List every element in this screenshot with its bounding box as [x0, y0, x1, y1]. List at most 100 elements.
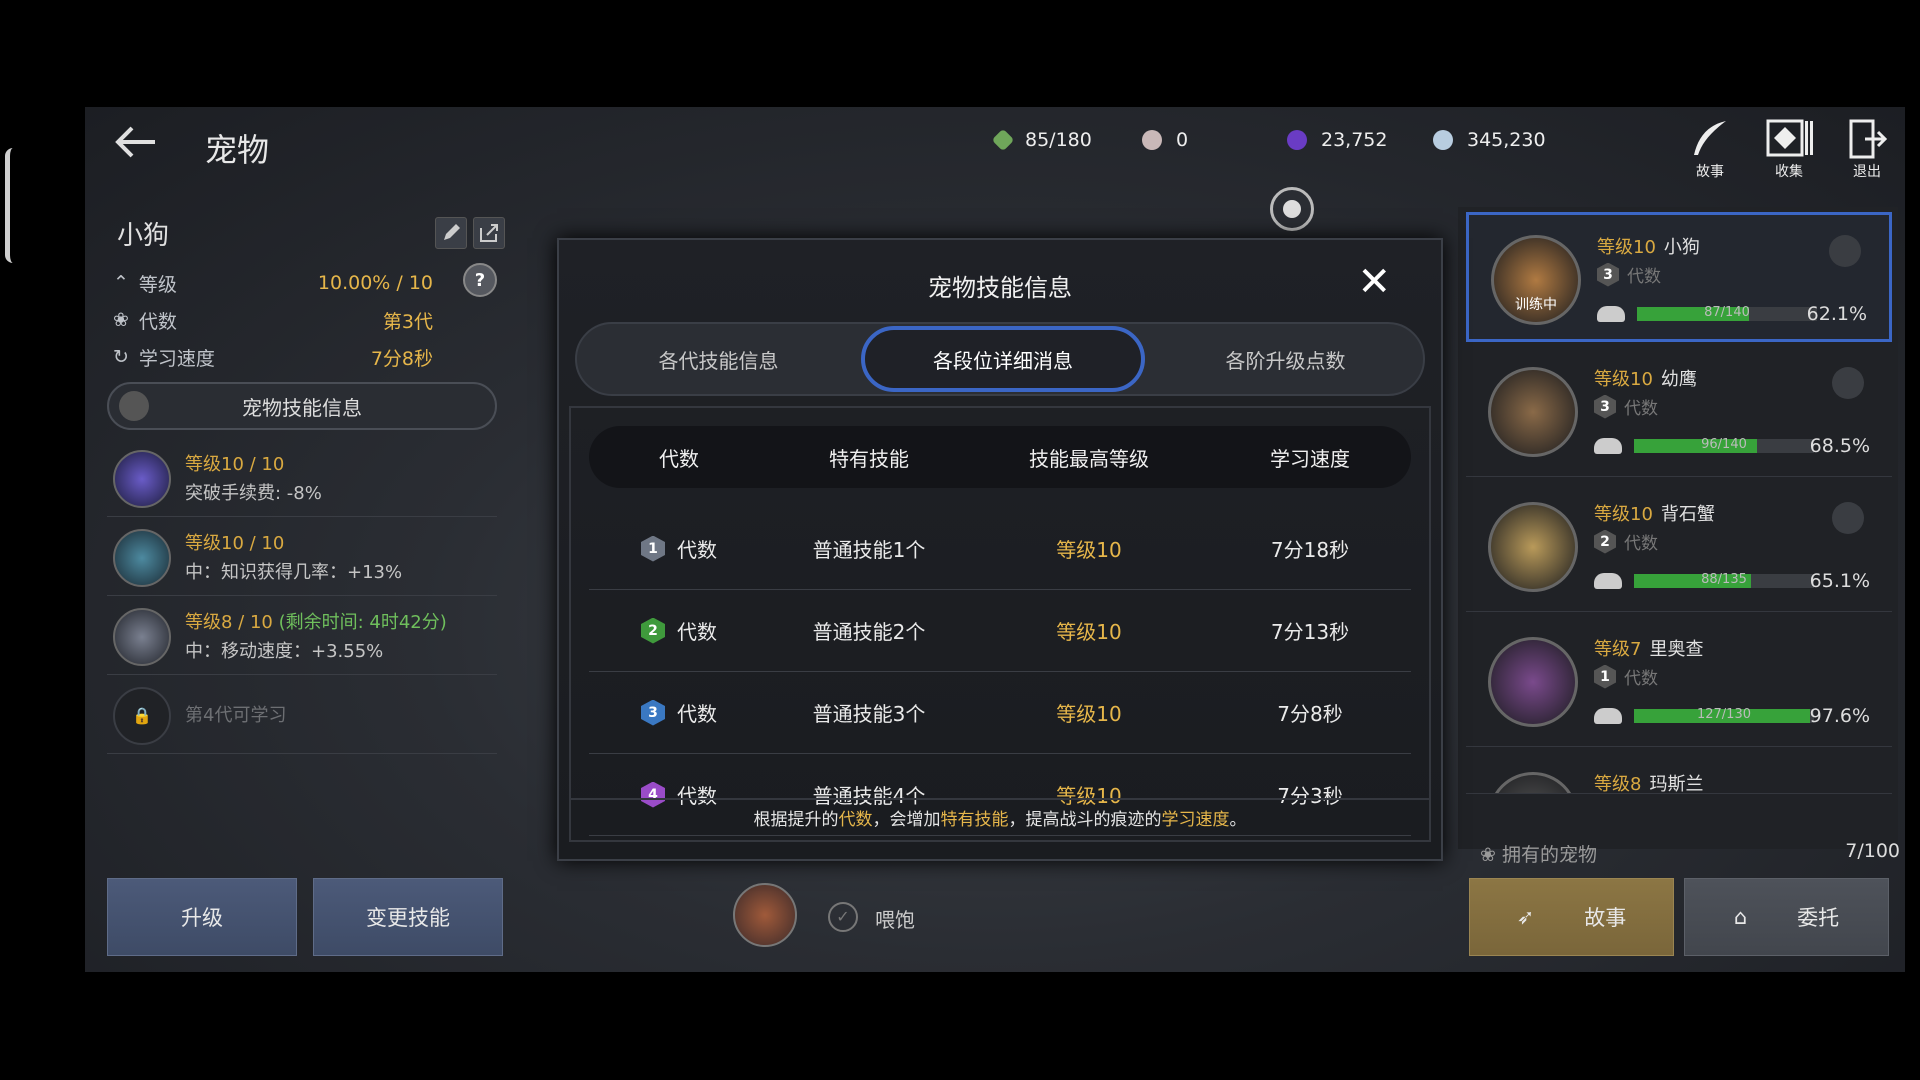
quill-icon [1694, 121, 1726, 155]
row-max-level: 等级10 [1056, 538, 1122, 562]
skill-2-desc: 中：知识获得几率：+13% [185, 561, 403, 583]
training-hat-icon [1594, 573, 1622, 589]
skill-slot-1[interactable]: 等级10 / 10 突破手续费: -8% [107, 441, 497, 517]
pet-exp-bar: 96/140 [1634, 437, 1814, 453]
skill-slot-2[interactable]: 等级10 / 10 中：知识获得几率：+13% [107, 520, 497, 596]
entrust-button[interactable]: ⌂ 委托 [1684, 878, 1889, 956]
table-header: 代数 特有技能 技能最高等级 学习速度 [589, 426, 1411, 488]
pet-card[interactable]: 等级8 玛斯兰 [1466, 752, 1892, 794]
training-hat-icon [1597, 306, 1625, 322]
skill-3-desc: 中：移动速度：+3.55% [185, 640, 384, 662]
pet-level: 等级10 [1594, 504, 1653, 525]
energy-gem-icon [991, 128, 1015, 152]
skill-3-icon [113, 607, 171, 666]
training-hat-icon [1594, 708, 1622, 724]
camera-toggle-button[interactable] [1270, 187, 1314, 231]
upgrade-button[interactable]: 升级 [107, 878, 297, 956]
upgrade-label: 升级 [181, 906, 223, 930]
skill-1-desc: 突破手续费: -8% [185, 482, 322, 504]
collect-top-button[interactable]: 收集 [1759, 119, 1819, 181]
row-special-skill: 普通技能1个 [812, 538, 926, 562]
pet-exp-text: 96/140 [1701, 437, 1747, 452]
owned-label: 拥有的宠物 [1501, 844, 1597, 866]
pet-generation-label: 代数 [1624, 669, 1658, 689]
boot-icon[interactable] [1832, 367, 1864, 399]
pet-exp-bar: 88/135 [1634, 572, 1814, 588]
pet-skill-info-button[interactable]: 宠物技能信息 [107, 382, 497, 430]
pet-level: 等级10 [1597, 237, 1656, 258]
modal-title: 宠物技能信息 [928, 274, 1072, 302]
boot-icon[interactable] [1832, 502, 1864, 534]
skill-slot-locked: 🔒 第4代可学习 [107, 678, 497, 754]
close-icon[interactable]: ✕ [1357, 262, 1391, 302]
pet-card[interactable]: 训练中 等级10 小狗 3 代数 87/140 62.1% [1466, 212, 1892, 342]
footnote-text-1: 根据提升的 [753, 810, 839, 830]
exit-top-button[interactable]: 退出 [1837, 119, 1897, 181]
footnote-highlight-3: 学习速度 [1161, 810, 1230, 830]
refresh-icon: ↻ [113, 346, 129, 368]
side-handle[interactable] [5, 148, 13, 263]
training-label: 训练中 [1515, 297, 1557, 313]
stat-level-label: 等级 [138, 273, 177, 296]
footnote-text-4: 。 [1229, 810, 1247, 830]
collection-icon [1766, 119, 1813, 157]
story-button[interactable]: ➶ 故事 [1469, 878, 1674, 956]
pet-level: 等级8 [1594, 774, 1642, 794]
generation-badge-icon: 2 [641, 617, 665, 644]
pet-exp-bar: 87/140 [1637, 305, 1817, 321]
stat-level: ⌃ 等级 10.00% / 10 [113, 268, 493, 298]
row-max-level: 等级10 [1056, 620, 1122, 644]
row-learn-speed: 7分8秒 [1277, 702, 1343, 726]
stat-generation: ❀ 代数 第3代 [113, 305, 493, 335]
skill-3-level: 等级8 / 10 [185, 611, 273, 633]
exit-door-icon [1849, 119, 1888, 159]
tab-upgrade-points[interactable]: 各阶升级点数 [1144, 324, 1427, 394]
pet-level: 等级10 [1594, 369, 1653, 390]
table-row: 3 代数 普通技能3个 等级10 7分8秒 [589, 672, 1411, 754]
row-special-skill: 普通技能2个 [812, 620, 926, 644]
boot-icon[interactable] [1829, 235, 1861, 267]
locked-skill-label: 第4代可学习 [185, 705, 287, 726]
stat-learn-speed: ↻ 学习速度 7分8秒 [113, 342, 493, 372]
pencil-icon [444, 224, 460, 240]
footnote-text-2: ，会增加 [872, 810, 941, 830]
pet-card[interactable]: 等级7 里奥查 1 代数 127/130 97.6% [1466, 617, 1892, 747]
footnote-highlight-2: 特有技能 [940, 810, 1009, 830]
pet-name: 小狗 [1663, 237, 1700, 258]
tab-tier-detail[interactable]: 各段位详细消息 [861, 326, 1145, 392]
back-arrow-icon[interactable] [110, 122, 160, 162]
row-generation: 3 代数 [589, 698, 769, 727]
generation-badge-icon: 2 [1594, 529, 1616, 554]
pet-name: 玛斯兰 [1649, 774, 1704, 794]
pet-screen: 宠物 85/180 0 23,752 345,230 故事 收集 退出 小狗 ⌃… [85, 107, 1905, 972]
pet-exp-percent: 62.1% [1806, 303, 1867, 325]
stat-learn-speed-label: 学习速度 [138, 347, 215, 370]
meat-food-icon[interactable] [733, 883, 797, 947]
skill-1-icon [113, 449, 171, 508]
tab-generation-skill[interactable]: 各代技能信息 [577, 324, 860, 394]
story-top-button[interactable]: 故事 [1680, 119, 1740, 181]
help-icon[interactable]: ? [463, 263, 497, 297]
rename-button[interactable] [435, 217, 467, 249]
story-top-label: 故事 [1696, 164, 1724, 180]
pet-name: 背石蟹 [1660, 504, 1715, 525]
silver-coin-icon [1433, 130, 1453, 150]
share-button[interactable] [473, 217, 505, 249]
pet-exp-percent: 65.1% [1809, 570, 1870, 592]
stat-learn-speed-value: 7分8秒 [370, 347, 433, 370]
lock-icon: 🔒 [113, 686, 171, 745]
footnote-text-3: ，提高战斗的痕迹的 [1008, 810, 1162, 830]
pet-exp-percent: 68.5% [1809, 435, 1870, 457]
quill-icon: ➶ [1516, 905, 1535, 929]
pet-card[interactable]: 等级10 幼鹰 3 代数 96/140 68.5% [1466, 347, 1892, 477]
skill-1-level: 等级10 / 10 [185, 453, 285, 475]
row-special-skill: 普通技能3个 [812, 702, 926, 726]
pet-card[interactable]: 等级10 背石蟹 2 代数 88/135 65.1% [1466, 482, 1892, 612]
pet-generation-label: 代数 [1624, 399, 1658, 419]
feed-check-icon[interactable]: ✓ [828, 902, 858, 932]
change-skill-button[interactable]: 变更技能 [313, 878, 503, 956]
generation-badge-icon: 3 [641, 699, 665, 726]
resource-pearl: 0 [1142, 129, 1188, 151]
pet-avatar: 训练中 [1491, 235, 1581, 325]
skill-slot-3[interactable]: 等级8 / 10 (剩余时间: 4时42分) 中：移动速度：+3.55% [107, 599, 497, 675]
